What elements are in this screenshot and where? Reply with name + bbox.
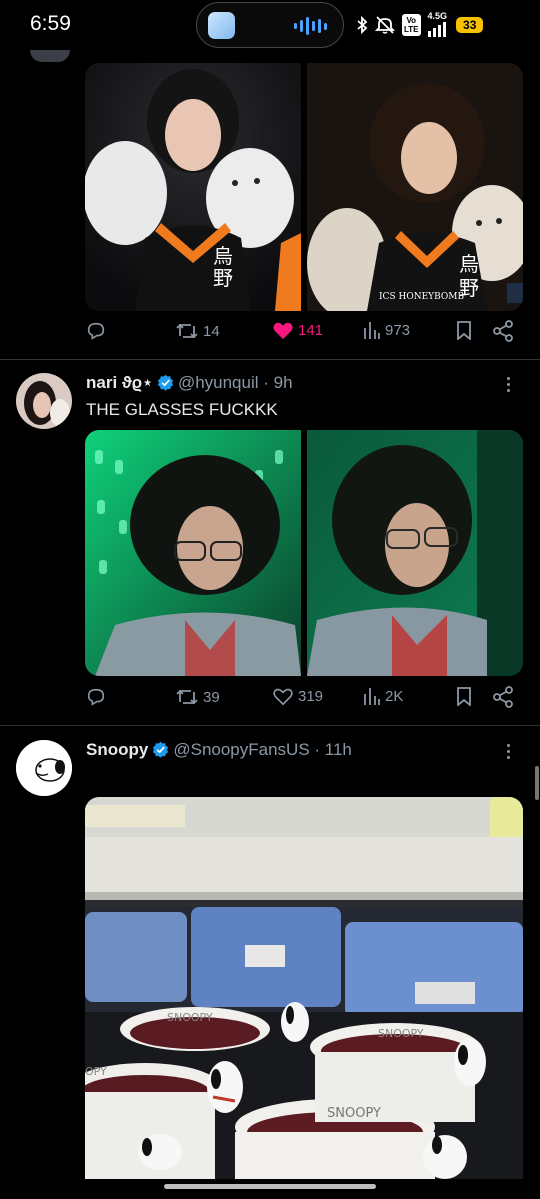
handle[interactable]: @hyunquil	[178, 373, 259, 392]
tweet-text: THE GLASSES FUCKKK	[86, 400, 278, 419]
status-icons: Vo LTE 4.5G 33	[356, 11, 484, 37]
reply-button[interactable]	[85, 686, 107, 708]
retweet-count: 39	[203, 688, 220, 706]
retweet-icon	[176, 689, 198, 705]
retweet-button[interactable]: 14	[175, 320, 220, 342]
scrollbar-thumb[interactable]	[535, 766, 539, 800]
reply-icon	[87, 688, 105, 706]
avatar[interactable]	[16, 373, 72, 429]
verified-badge-icon	[152, 741, 169, 763]
bookmark-icon	[457, 321, 471, 340]
tweet-header: Snoopy @SnoopyFansUS · 11h	[86, 740, 352, 763]
mug-label: OPY	[85, 1065, 107, 1078]
retweet-icon	[176, 323, 198, 339]
bookmark-button[interactable]	[456, 686, 472, 706]
divider	[0, 725, 540, 726]
battery-indicator: 33	[456, 16, 484, 33]
retweet-count: 14	[203, 322, 220, 340]
like-button[interactable]: 319	[272, 686, 323, 706]
handle[interactable]: @SnoopyFansUS	[173, 740, 309, 759]
signal-icon	[427, 21, 446, 37]
share-icon	[493, 686, 513, 708]
svg-text:烏: 烏	[213, 244, 233, 268]
timestamp[interactable]: 9h	[274, 373, 293, 392]
app-icon	[208, 12, 235, 39]
dynamic-island[interactable]	[196, 2, 344, 48]
network-type: 4.5G	[427, 11, 448, 21]
audio-wave-icon	[294, 17, 327, 35]
reply-icon	[87, 322, 105, 340]
svg-text:烏: 烏	[459, 252, 479, 276]
home-indicator[interactable]	[164, 1184, 376, 1189]
more-options-icon[interactable]	[507, 744, 510, 759]
more-options-icon[interactable]	[507, 377, 510, 392]
view-count: 2K	[385, 687, 404, 705]
share-button[interactable]	[492, 320, 514, 342]
tweet-header: nari ϑϱ⋆ @hyunquil · 9h	[86, 373, 293, 396]
mug-label: SNOOPY	[167, 1011, 213, 1024]
retweet-button[interactable]: 39	[175, 686, 220, 708]
avatar[interactable]	[16, 740, 72, 796]
volte-icon: Vo LTE	[402, 13, 421, 36]
status-bar: 6:59 Vo LTE 4.5G 33	[0, 0, 540, 50]
tweet-2-image-1[interactable]	[85, 430, 301, 676]
bar-chart-icon	[364, 688, 380, 705]
mug-label: SNOOPY	[327, 1106, 381, 1121]
view-count: 973	[385, 321, 411, 339]
bluetooth-icon	[357, 15, 368, 34]
display-name[interactable]: Snoopy	[86, 740, 148, 759]
views-button[interactable]: 2K	[363, 686, 403, 706]
tweet-1-image-2[interactable]: 烏 野 ICS HONEYBOMB	[307, 63, 523, 311]
share-button[interactable]	[492, 686, 514, 708]
tweet-2-image-2[interactable]	[307, 430, 523, 676]
timestamp[interactable]: 11h	[325, 740, 352, 759]
bookmark-button[interactable]	[456, 320, 472, 340]
avatar-partial	[30, 50, 70, 62]
divider	[0, 359, 540, 360]
like-count: 141	[298, 321, 324, 339]
heart-outline-icon	[273, 688, 293, 706]
tweet-3-image[interactable]: SNOOPY SNOOPY OPY SNOOPY	[85, 797, 523, 1179]
mug-label: SNOOPY	[378, 1027, 424, 1040]
tweet-1-actions: 14 141 973	[85, 320, 515, 350]
reply-button[interactable]	[85, 320, 107, 342]
image-overlay-text: ICS HONEYBOMB	[379, 292, 464, 302]
status-time: 6:59	[30, 12, 71, 35]
display-name[interactable]: nari ϑϱ⋆	[86, 373, 153, 392]
tweet-1-image-1[interactable]: 烏 野	[85, 63, 301, 311]
views-button[interactable]: 973	[363, 320, 410, 340]
bookmark-icon	[457, 687, 471, 706]
svg-text:野: 野	[213, 266, 233, 290]
heart-filled-icon	[273, 322, 293, 340]
tweet-2-actions: 39 319 2K	[85, 686, 515, 716]
mute-icon	[375, 15, 395, 34]
verified-badge-icon	[157, 374, 174, 396]
like-button[interactable]: 141	[272, 320, 323, 340]
share-icon	[493, 320, 513, 342]
bar-chart-icon	[364, 322, 380, 339]
like-count: 319	[298, 687, 324, 705]
